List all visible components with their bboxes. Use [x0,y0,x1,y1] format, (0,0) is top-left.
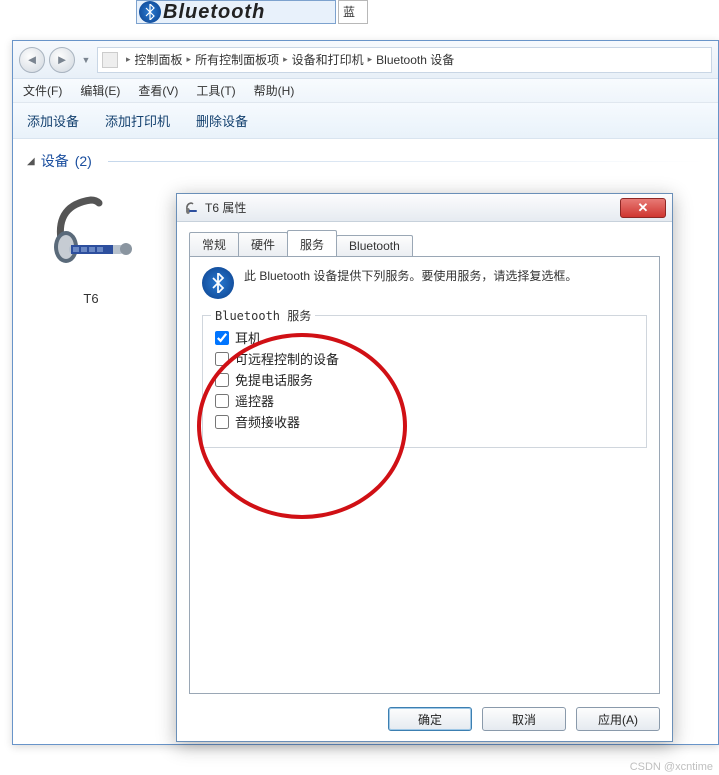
bluetooth-icon [139,1,161,23]
watermark: CSDN @xcntime [630,761,713,773]
apply-button[interactable]: 应用(A) [576,707,660,731]
service-remote-controllable[interactable]: 可远程控制的设备 [215,349,634,368]
fieldset-legend: Bluetooth 服务 [211,307,315,324]
dialog-client: 常规 硬件 服务 Bluetooth 此 Bluetooth 设备提供下列服务。… [177,222,672,741]
chevron-right-icon: ▸ [187,54,192,65]
breadcrumb[interactable]: ▸ 控制面板 ▸ 所有控制面板项 ▸ 设备和打印机 ▸ Bluetooth 设备 [97,47,712,73]
menu-file[interactable]: 文件(F) [23,82,62,99]
chevron-right-icon: ▸ [126,54,131,65]
service-label: 耳机 [235,328,261,347]
service-remote[interactable]: 遥控器 [215,391,634,410]
remnant-box: 蓝 [338,0,368,24]
service-label: 音频接收器 [235,412,300,431]
add-device-button[interactable]: 添加设备 [27,111,79,130]
tab-services[interactable]: 服务 [287,230,337,256]
tab-general[interactable]: 常规 [189,232,239,256]
menu-tools[interactable]: 工具(T) [196,82,235,99]
back-button[interactable]: ◄ [19,47,45,73]
bluetooth-icon [202,267,234,299]
service-audio-sink[interactable]: 音频接收器 [215,412,634,431]
ok-button[interactable]: 确定 [388,707,472,731]
tabstrip: 常规 硬件 服务 Bluetooth [189,232,660,256]
arrow-left-icon: ◄ [26,52,39,67]
tab-bluetooth[interactable]: Bluetooth [336,235,413,256]
dialog-title: T6 属性 [205,199,246,216]
service-headset-checkbox[interactable] [215,331,229,345]
collapse-icon: ◢ [27,156,35,167]
services-description: 此 Bluetooth 设备提供下列服务。要使用服务，请选择复选框。 [244,267,577,285]
delete-device-button[interactable]: 删除设备 [196,111,248,130]
service-label: 遥控器 [235,391,274,410]
forward-button[interactable]: ► [49,47,75,73]
crumb-3[interactable]: 设备和打印机 [292,51,364,68]
tab-panel-services: 此 Bluetooth 设备提供下列服务。要使用服务，请选择复选框。 Bluet… [189,256,660,694]
cancel-button[interactable]: 取消 [482,707,566,731]
address-bar: ◄ ► ▼ ▸ 控制面板 ▸ 所有控制面板项 ▸ 设备和打印机 ▸ Blueto… [13,41,718,79]
menu-help[interactable]: 帮助(H) [254,82,295,99]
service-label: 免提电话服务 [235,370,313,389]
group-header-devices[interactable]: ◢ 设备 (2) [27,151,704,171]
service-remote-checkbox[interactable] [215,394,229,408]
menu-bar: 文件(F) 编辑(E) 查看(V) 工具(T) 帮助(H) [13,79,718,103]
service-remote-controllable-checkbox[interactable] [215,352,229,366]
group-count: (2) [75,153,92,169]
headset-icon [41,185,141,285]
crumb-1[interactable]: 控制面板 [135,51,183,68]
group-label: 设备 [41,151,69,171]
properties-dialog: T6 属性 ✕ 常规 硬件 服务 Bluetooth 此 Bluetooth 设… [176,193,673,742]
divider [108,161,704,162]
crumb-2[interactable]: 所有控制面板项 [195,51,279,68]
dialog-buttons: 确定 取消 应用(A) [388,707,660,731]
service-audio-sink-checkbox[interactable] [215,415,229,429]
location-icon [102,52,118,68]
service-handsfree[interactable]: 免提电话服务 [215,370,634,389]
chevron-right-icon: ▸ [368,54,373,65]
close-icon: ✕ [638,200,649,216]
device-label: T6 [31,291,151,306]
chevron-right-icon: ▸ [283,54,288,65]
menu-edit[interactable]: 编辑(E) [80,82,120,99]
services-fieldset: Bluetooth 服务 耳机 可远程控制的设备 免提电话服务 遥控器 [202,315,647,448]
device-item-t6[interactable]: T6 [31,185,151,306]
bluetooth-badge-remnant: Bluetooth [136,0,336,24]
crumb-4[interactable]: Bluetooth 设备 [376,51,454,68]
close-button[interactable]: ✕ [620,198,666,218]
service-handsfree-checkbox[interactable] [215,373,229,387]
menu-view[interactable]: 查看(V) [138,82,178,99]
nav-history-dropdown[interactable]: ▼ [79,55,93,65]
add-printer-button[interactable]: 添加打印机 [105,111,170,130]
titlebar[interactable]: T6 属性 ✕ [177,194,672,222]
headset-small-icon [183,200,199,216]
bluetooth-text: Bluetooth [163,1,265,24]
arrow-right-icon: ► [56,52,69,67]
command-bar: 添加设备 添加打印机 删除设备 [13,103,718,139]
service-headset[interactable]: 耳机 [215,328,634,347]
service-label: 可远程控制的设备 [235,349,339,368]
tab-hardware[interactable]: 硬件 [238,232,288,256]
